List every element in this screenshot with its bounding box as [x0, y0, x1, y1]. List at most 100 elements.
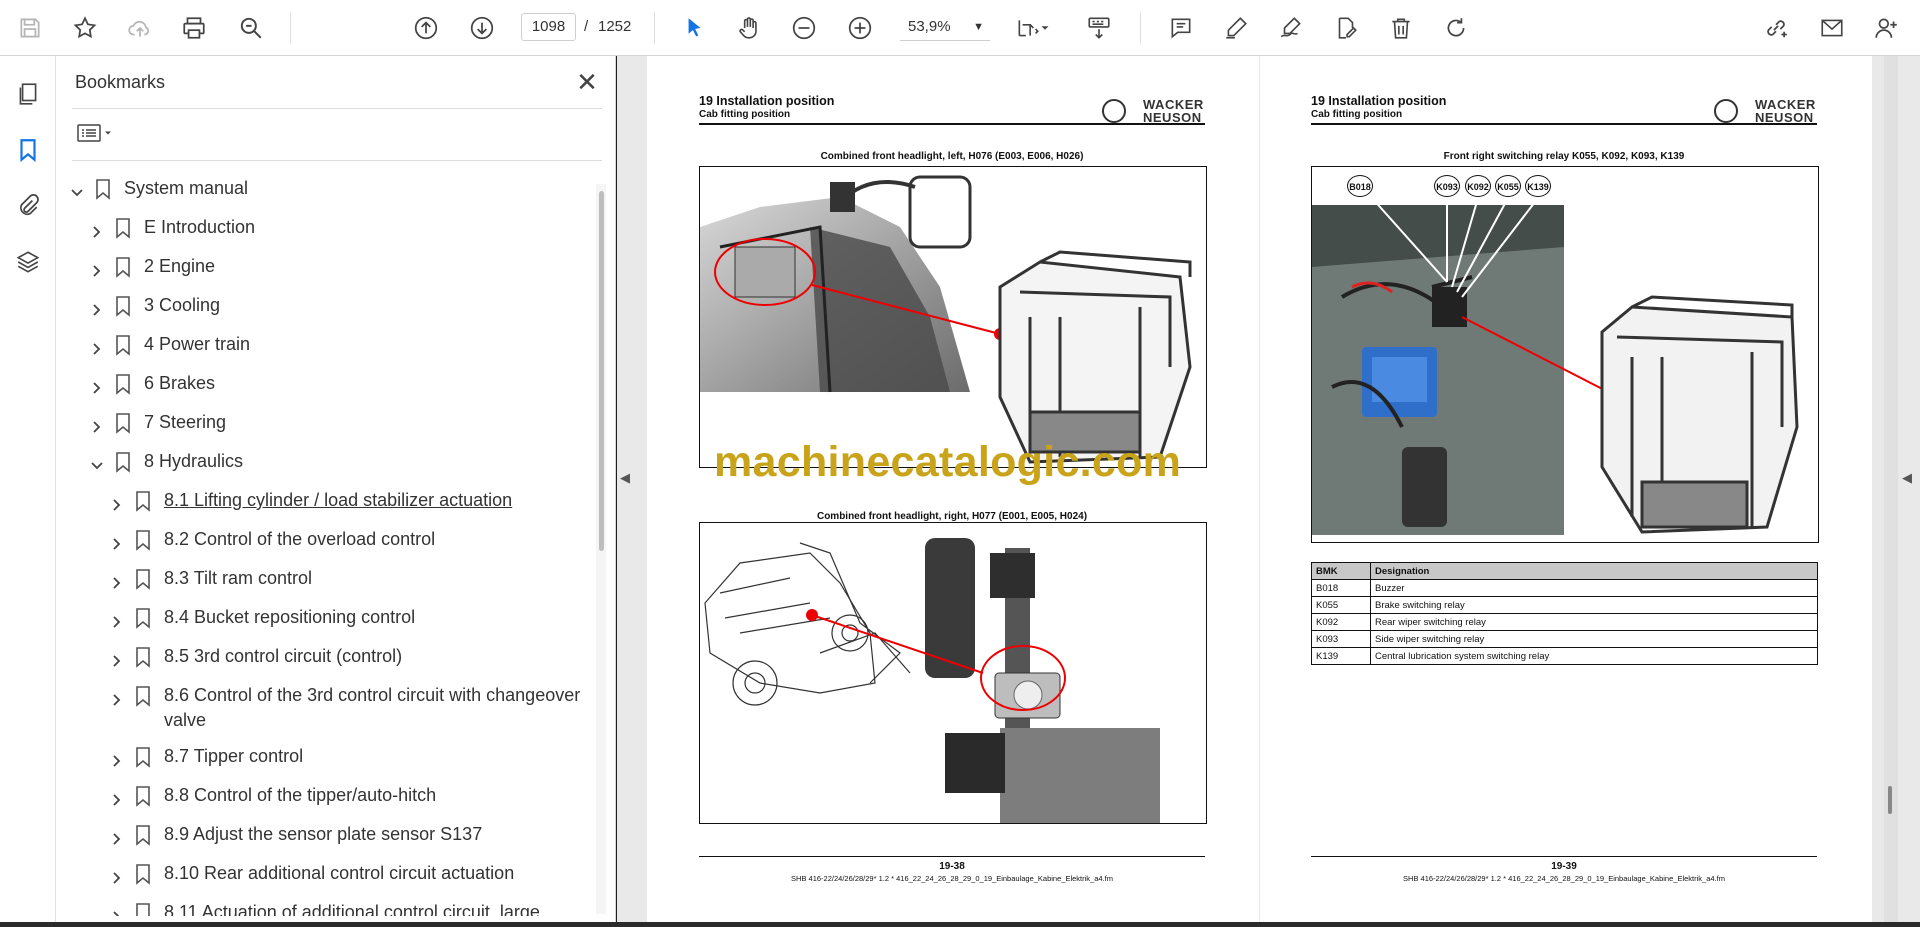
rotate-icon[interactable]	[1440, 12, 1472, 44]
bookmark-item[interactable]: 8 Hydraulics	[90, 449, 576, 477]
bookmark-item[interactable]: 8.5 3rd control circuit (control)	[110, 644, 576, 672]
sign-pen-icon[interactable]	[1275, 12, 1307, 44]
chevron-down-icon[interactable]	[1038, 12, 1052, 44]
layers-icon[interactable]	[12, 246, 44, 278]
chevron-right-icon[interactable]	[90, 416, 104, 433]
bookmark-label: 8.10 Rear additional control circuit act…	[164, 863, 515, 883]
chevron-right-icon[interactable]	[90, 260, 104, 277]
bookmark-label: 8.9 Adjust the sensor plate sensor S137	[164, 824, 483, 844]
bookmark-label: 8.5 3rd control circuit (control)	[164, 646, 403, 666]
email-icon[interactable]	[1816, 12, 1848, 44]
bookmark-icon	[134, 607, 152, 629]
relay-photo-illustration	[1312, 197, 1799, 535]
callout-label: B018	[1347, 175, 1373, 197]
bookmark-item[interactable]: E Introduction	[90, 215, 576, 243]
bookmark-item[interactable]: 8.10 Rear additional control circuit act…	[110, 861, 576, 889]
chevron-down-icon[interactable]	[90, 455, 104, 470]
chevron-right-icon[interactable]	[90, 299, 104, 316]
zoom-in-icon[interactable]	[844, 12, 876, 44]
page-number-input[interactable]: 1098	[521, 13, 576, 41]
bookmarks-scrollbar-thumb[interactable]	[599, 191, 604, 551]
bookmark-options-button[interactable]	[76, 118, 124, 148]
scroll-mode-icon[interactable]	[1083, 12, 1115, 44]
bookmark-item[interactable]: 2 Engine	[90, 254, 576, 282]
bookmark-item[interactable]: System manual	[70, 176, 576, 204]
attachment-icon[interactable]	[12, 190, 44, 222]
page-thumbnails-icon[interactable]	[12, 78, 44, 110]
chevron-right-icon[interactable]	[110, 689, 124, 706]
chevron-down-icon[interactable]	[70, 182, 84, 197]
expand-right-panel-icon[interactable]: ◀	[1902, 470, 1912, 486]
table-row: K055 Brake switching relay	[1311, 596, 1818, 614]
hand-tool-icon[interactable]	[733, 12, 765, 44]
bookmark-item[interactable]: 8.8 Control of the tipper/auto-hitch	[110, 783, 576, 811]
bookmark-label: 8.7 Tipper control	[164, 746, 304, 766]
bookmark-item[interactable]: 6 Brakes	[90, 371, 576, 399]
table-row: K092 Rear wiper switching relay	[1311, 613, 1818, 631]
bookmark-label: 8.4 Bucket repositioning control	[164, 607, 416, 627]
zoom-search-icon[interactable]	[235, 12, 267, 44]
share-link-icon[interactable]	[1760, 12, 1792, 44]
chevron-right-icon[interactable]	[110, 867, 124, 884]
next-page-icon[interactable]	[466, 12, 498, 44]
star-icon[interactable]	[69, 12, 101, 44]
bookmark-item[interactable]: 3 Cooling	[90, 293, 576, 321]
bookmarks-panel-title: Bookmarks	[75, 72, 166, 92]
column-header: Designation	[1370, 562, 1818, 580]
close-icon[interactable]: ✕	[572, 68, 602, 98]
document-scrollbar[interactable]	[1884, 56, 1898, 922]
highlight-pen-icon[interactable]	[1220, 12, 1252, 44]
toolbar-separator	[654, 12, 655, 44]
zoom-level-select[interactable]: 53,9% ▼	[900, 13, 990, 41]
bookmarks-tree: System manual E Introduction 2 Engine 3 Coo…	[56, 166, 596, 916]
page-number-label: 19-38	[939, 861, 965, 872]
chevron-right-icon[interactable]	[110, 650, 124, 667]
edit-document-icon[interactable]	[1330, 12, 1362, 44]
bookmark-item[interactable]: 8.11 Actuation of additional control cir…	[110, 900, 576, 916]
chevron-right-icon[interactable]	[110, 533, 124, 550]
bookmark-panel-icon[interactable]	[12, 134, 44, 166]
header-rule	[699, 123, 1205, 125]
save-icon[interactable]	[14, 12, 46, 44]
chevron-right-icon[interactable]	[110, 494, 124, 511]
chevron-right-icon[interactable]	[110, 789, 124, 806]
chevron-right-icon[interactable]	[90, 377, 104, 394]
bookmark-item[interactable]: 4 Power train	[90, 332, 576, 360]
bookmark-item[interactable]: 8.4 Bucket repositioning control	[110, 605, 576, 633]
chevron-right-icon[interactable]	[110, 750, 124, 767]
chevron-right-icon[interactable]	[90, 221, 104, 238]
comment-icon[interactable]	[1165, 12, 1197, 44]
page-separator: /	[584, 18, 589, 35]
bookmark-item[interactable]: 7 Steering	[90, 410, 576, 438]
chevron-right-icon[interactable]	[90, 338, 104, 355]
cloud-upload-icon[interactable]	[124, 12, 156, 44]
bookmark-item[interactable]: 8.3 Tilt ram control	[110, 566, 576, 594]
bookmark-item[interactable]: 8.7 Tipper control	[110, 744, 576, 772]
table-row: K139 Central lubrication system switching…	[1311, 647, 1818, 665]
delete-icon[interactable]	[1385, 12, 1417, 44]
chevron-right-icon[interactable]	[110, 906, 124, 916]
subsection-title: Cab fitting position	[699, 109, 791, 120]
bookmark-item[interactable]: 8.1 Lifting cylinder / load stabilizer a…	[110, 488, 576, 516]
print-icon[interactable]	[178, 12, 210, 44]
bookmark-item[interactable]: 8.9 Adjust the sensor plate sensor S137	[110, 822, 576, 850]
collapse-left-panel-icon[interactable]: ◀	[620, 470, 630, 486]
previous-page-icon[interactable]	[410, 12, 442, 44]
add-user-icon[interactable]	[1870, 12, 1902, 44]
bookmark-icon	[134, 529, 152, 551]
chevron-right-icon[interactable]	[110, 572, 124, 589]
bmk-code-cell: B018	[1311, 579, 1371, 597]
chevron-right-icon[interactable]	[110, 611, 124, 628]
select-cursor-icon[interactable]	[678, 12, 710, 44]
chevron-right-icon[interactable]	[110, 828, 124, 845]
bookmark-icon	[114, 373, 132, 395]
subsection-title: Cab fitting position	[1311, 109, 1403, 120]
headlight-left-figure	[699, 166, 1207, 468]
zoom-out-icon[interactable]	[788, 12, 820, 44]
figure-caption: Combined front headlight, right, H077 (E…	[816, 511, 1088, 522]
document-scrollbar-thumb[interactable]	[1888, 786, 1892, 814]
bookmark-item[interactable]: 8.2 Control of the overload control	[110, 527, 576, 555]
bookmark-item[interactable]: 8.6 Control of the 3rd control circuit w…	[110, 683, 580, 735]
pdf-page-right: 19 Installation position Cab fitting pos…	[1260, 56, 1872, 922]
bmk-designation-table: BMK Designation B018 Buzzer K055 Brake swit…	[1311, 562, 1818, 665]
